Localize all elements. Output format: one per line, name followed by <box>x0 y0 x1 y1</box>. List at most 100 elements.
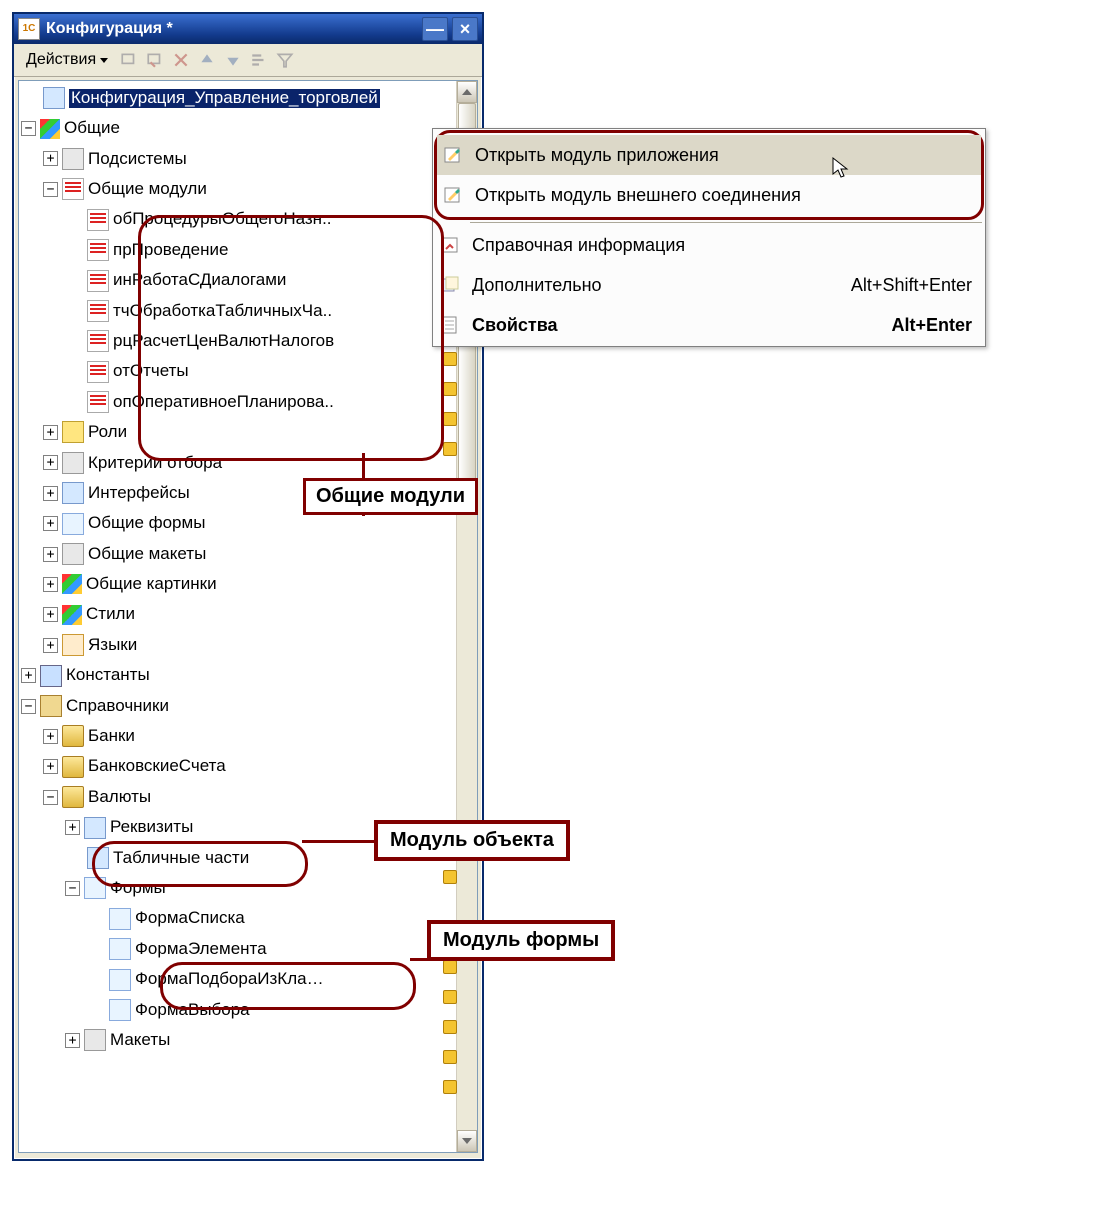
marker <box>443 960 457 974</box>
additional-icon <box>436 273 464 297</box>
ctx-additional[interactable]: Дополнительно Alt+Shift+Enter <box>434 265 984 305</box>
expander-plus[interactable]: + <box>43 151 58 166</box>
node-constants[interactable]: +Константы <box>21 660 459 690</box>
ctx-label: Открыть модуль внешнего соединения <box>475 185 801 206</box>
tool-icon-3[interactable] <box>170 49 192 71</box>
actions-menu-button[interactable]: Действия <box>20 49 114 71</box>
filter-icon[interactable] <box>274 49 296 71</box>
module-item[interactable]: тчОбработкаТабличныхЧа.. <box>21 296 459 326</box>
module-item[interactable]: обПроцедурыОбщегоНазн.. <box>21 205 459 235</box>
criteria-icon <box>62 452 84 474</box>
constants-icon <box>40 665 62 687</box>
node-criteria[interactable]: +Критерии отбора <box>21 448 459 478</box>
configurator-window: 1C Конфигурация * — × Действия Конфигура… <box>12 12 484 1161</box>
node-subsystems[interactable]: + Подсистемы <box>21 144 459 174</box>
config-root-icon <box>43 87 65 109</box>
node-common-templates[interactable]: +Общие макеты <box>21 539 459 569</box>
ctx-properties[interactable]: Свойства Alt+Enter <box>434 305 984 345</box>
help-icon <box>436 233 464 257</box>
app-icon: 1C <box>18 18 40 40</box>
ctx-help[interactable]: Справочная информация <box>434 225 984 265</box>
expander-minus[interactable]: − <box>21 121 36 136</box>
module-item[interactable]: отОтчеты <box>21 357 459 387</box>
marker <box>443 412 457 426</box>
chevron-down-icon <box>100 58 108 63</box>
node-interfaces[interactable]: +Интерфейсы <box>21 478 459 508</box>
ctx-open-ext-module[interactable]: Открыть модуль внешнего соединения <box>437 175 981 215</box>
form-icon <box>109 999 131 1021</box>
context-menu[interactable]: Открыть модуль приложения Открыть модуль… <box>432 128 986 347</box>
node-form-pick[interactable]: ФормаПодбораИзКла… <box>21 964 459 994</box>
roles-icon <box>62 421 84 443</box>
module-icon <box>87 209 109 231</box>
node-form-choice[interactable]: ФормаВыбора <box>21 995 459 1025</box>
forms-icon <box>84 877 106 899</box>
module-icon <box>87 270 109 292</box>
ctx-label: Справочная информация <box>472 235 685 256</box>
form-icon <box>109 938 131 960</box>
scroll-up-button[interactable] <box>457 81 477 103</box>
marker <box>443 382 457 396</box>
languages-icon <box>62 634 84 656</box>
folder-icon <box>62 756 84 778</box>
folder-icon <box>62 786 84 808</box>
form-icon <box>109 908 131 930</box>
tool-icon-1[interactable] <box>118 49 140 71</box>
module-item[interactable]: прПроведение <box>21 235 459 265</box>
minimize-button[interactable]: — <box>422 17 448 41</box>
move-down-icon[interactable] <box>222 49 244 71</box>
move-up-icon[interactable] <box>196 49 218 71</box>
node-languages[interactable]: +Языки <box>21 630 459 660</box>
tree-panel: Конфигурация_Управление_торговлей − Общи… <box>18 80 478 1153</box>
node-forms[interactable]: −Формы <box>21 873 459 903</box>
node-common-pictures[interactable]: +Общие картинки <box>21 569 459 599</box>
node-banks[interactable]: +Банки <box>21 721 459 751</box>
edit-icon <box>439 183 467 207</box>
window-title: Конфигурация * <box>46 20 173 38</box>
node-common-forms[interactable]: +Общие формы <box>21 508 459 538</box>
root-label: Конфигурация_Управление_торговлей <box>69 89 380 108</box>
node-common-modules[interactable]: − Общие модули <box>21 174 459 204</box>
module-item[interactable]: опОперативноеПланирова.. <box>21 387 459 417</box>
ctx-label: Дополнительно <box>472 275 602 296</box>
marker <box>443 442 457 456</box>
module-icon <box>87 361 109 383</box>
common-modules-icon <box>62 178 84 200</box>
ctx-label: Открыть модуль приложения <box>475 145 719 166</box>
node-bank-accounts[interactable]: +БанковскиеСчета <box>21 752 459 782</box>
module-item[interactable]: рцРасчетЦенВалютНалогов <box>21 326 459 356</box>
node-currencies[interactable]: −Валюты <box>21 782 459 812</box>
node-catalogs[interactable]: −Справочники <box>21 691 459 721</box>
node-templates[interactable]: +Макеты <box>21 1025 459 1055</box>
node-tab-parts[interactable]: Табличные части <box>21 843 459 873</box>
sort-icon[interactable] <box>248 49 270 71</box>
marker <box>443 352 457 366</box>
title-bar[interactable]: 1C Конфигурация * — × <box>14 14 482 44</box>
expander-minus[interactable]: − <box>43 182 58 197</box>
tree-root[interactable]: Конфигурация_Управление_торговлей <box>21 83 459 113</box>
common-label: Общие <box>64 119 120 138</box>
node-roles[interactable]: +Роли <box>21 417 459 447</box>
tab-parts-icon <box>87 847 109 869</box>
node-requisites[interactable]: +Реквизиты <box>21 812 459 842</box>
callout-leader <box>302 840 374 843</box>
ctx-shortcut: Alt+Shift+Enter <box>827 275 972 296</box>
node-styles[interactable]: +Стили <box>21 600 459 630</box>
ctx-open-app-module[interactable]: Открыть модуль приложения <box>437 135 981 175</box>
module-icon <box>87 239 109 261</box>
node-common[interactable]: − Общие <box>21 113 459 143</box>
node-form-element[interactable]: ФормаЭлемента <box>21 934 459 964</box>
module-item[interactable]: инРаботаСДиалогами <box>21 265 459 295</box>
scroll-down-button[interactable] <box>457 1130 477 1152</box>
catalogs-icon <box>40 695 62 717</box>
node-form-list[interactable]: ФормаСписка <box>21 904 459 934</box>
marker <box>443 1020 457 1034</box>
common-icon <box>40 119 60 139</box>
ctx-separator <box>470 222 982 223</box>
ctx-shortcut: Alt+Enter <box>867 315 972 336</box>
close-button[interactable]: × <box>452 17 478 41</box>
configuration-tree[interactable]: Конфигурация_Управление_торговлей − Общи… <box>19 81 459 1058</box>
common-forms-icon <box>62 513 84 535</box>
subsystems-icon <box>62 148 84 170</box>
tool-icon-2[interactable] <box>144 49 166 71</box>
